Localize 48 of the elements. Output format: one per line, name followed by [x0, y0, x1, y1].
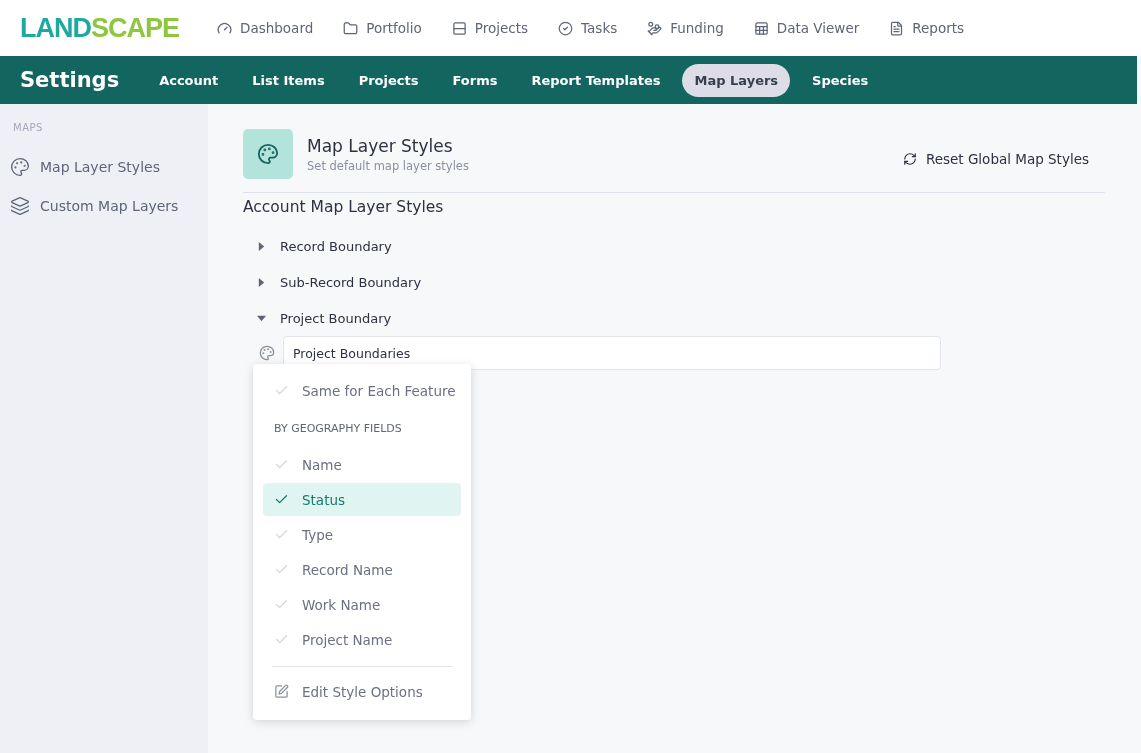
page-title: Map Layer Styles: [307, 135, 454, 156]
palette-icon: [259, 345, 275, 361]
layer-row[interactable]: Sub-Record Boundary: [243, 264, 422, 300]
settings-tab[interactable]: Forms: [440, 63, 510, 97]
settings-title: Settings: [20, 68, 120, 92]
refresh-icon: [902, 152, 917, 166]
settings-tab[interactable]: Report Templates: [519, 63, 673, 97]
nav-link[interactable]: Reports: [889, 20, 965, 36]
menu-option[interactable]: Status: [263, 483, 461, 516]
nav-link[interactable]: Projects: [451, 20, 529, 36]
settings-tab[interactable]: Map Layers: [682, 63, 791, 97]
rows-icon: [451, 20, 467, 36]
settings-tab[interactable]: List Items: [240, 63, 337, 97]
edit-icon: [274, 684, 289, 699]
palette-icon: [243, 129, 293, 179]
layer-row[interactable]: Project Boundary: [243, 300, 392, 336]
nav-link[interactable]: Data Viewer: [753, 20, 860, 36]
layer-row[interactable]: Record Boundary: [243, 228, 392, 264]
palette-icon: [10, 156, 30, 177]
nav-link[interactable]: Dashboard: [217, 20, 314, 36]
settings-tab[interactable]: Account: [147, 63, 231, 97]
menu-option[interactable]: Work Name: [263, 588, 461, 621]
layers-icon: [10, 195, 30, 216]
menu-group-label: BY GEOGRAPHY FIELDS: [273, 421, 403, 437]
nav-link[interactable]: Tasks: [558, 20, 618, 36]
nav-link[interactable]: Funding: [647, 20, 724, 36]
folder-icon: [343, 20, 359, 36]
menu-option[interactable]: Same for Each Feature: [263, 374, 461, 407]
document-icon: [889, 20, 905, 36]
section-title: Account Map Layer Styles: [243, 198, 445, 216]
reset-button[interactable]: Reset Global Map Styles: [896, 150, 1095, 168]
settings-tab[interactable]: Projects: [346, 63, 431, 97]
logo: LANDSCAPE: [20, 12, 180, 44]
menu-option[interactable]: Name: [263, 448, 461, 481]
layer-name-field[interactable]: Project Boundaries: [283, 336, 941, 370]
sidebar-item[interactable]: Custom Map Layers: [10, 186, 208, 225]
table-icon: [753, 20, 769, 36]
menu-option[interactable]: Record Name: [263, 553, 461, 586]
menu-action[interactable]: Edit Style Options: [263, 675, 461, 708]
menu-option[interactable]: Project Name: [263, 623, 461, 656]
sidebar-item[interactable]: Map Layer Styles: [10, 147, 208, 186]
check-circle-icon: [558, 20, 574, 36]
page-subtitle: Set default map layer styles: [307, 158, 470, 173]
menu-option[interactable]: Type: [263, 518, 461, 551]
settings-tab[interactable]: Species: [800, 63, 881, 97]
nav-link[interactable]: Portfolio: [343, 20, 422, 36]
sidebar-section-label: MAPS: [13, 122, 44, 133]
gauge-icon: [217, 20, 233, 36]
